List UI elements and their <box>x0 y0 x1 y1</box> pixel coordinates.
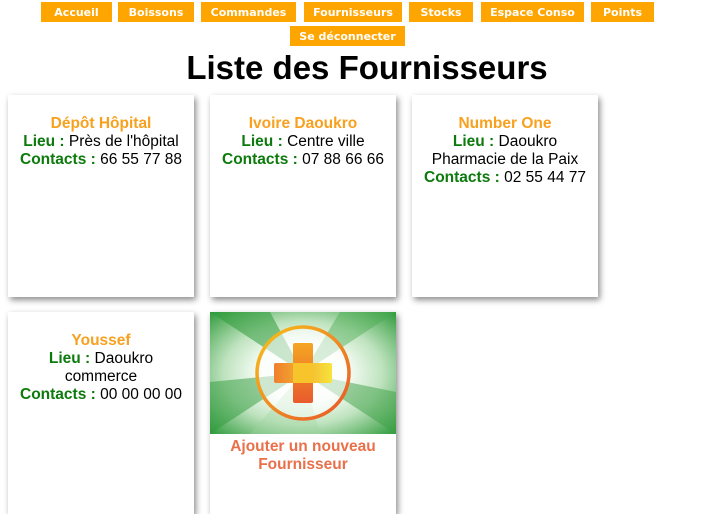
lieu-value: Près de l'hôpital <box>68 133 179 150</box>
contacts-label: Contacts : <box>20 386 96 403</box>
supplier-lieu: Lieu : Daoukro Pharmacie de la Paix <box>418 133 592 169</box>
supplier-contacts: Contacts : 66 55 77 88 <box>14 151 188 169</box>
lieu-value: Centre ville <box>287 133 365 150</box>
nav-espace-conso[interactable]: Espace Conso <box>481 2 584 22</box>
supplier-lieu: Lieu : Près de l'hôpital <box>14 133 188 151</box>
nav-points[interactable]: Points <box>591 2 654 22</box>
add-supplier-label[interactable]: Ajouter un nouveau Fournisseur <box>210 438 396 474</box>
supplier-contacts: Contacts : 02 55 44 77 <box>418 169 592 187</box>
contacts-label: Contacts : <box>20 151 96 168</box>
nav-stocks[interactable]: Stocks <box>409 2 473 22</box>
lieu-label: Lieu : <box>452 133 495 150</box>
supplier-lieu: Lieu : Centre ville <box>216 133 390 151</box>
supplier-card[interactable]: Ivoire Daoukro Lieu : Centre ville Conta… <box>210 95 396 297</box>
lieu-label: Lieu : <box>48 350 91 367</box>
lieu-label: Lieu : <box>241 133 283 150</box>
supplier-card[interactable]: Youssef Lieu : Daoukro commerce Contacts… <box>8 312 194 514</box>
add-supplier-image[interactable] <box>210 312 396 434</box>
contacts-value: 07 88 66 66 <box>302 151 384 168</box>
contacts-label: Contacts : <box>424 169 500 186</box>
nav-fournisseurs[interactable]: Fournisseurs <box>304 2 402 22</box>
contacts-label: Contacts : <box>222 151 298 168</box>
supplier-name: Number One <box>458 115 552 132</box>
supplier-contacts: Contacts : 00 00 00 00 <box>14 386 188 404</box>
nav-accueil[interactable]: Accueil <box>41 2 112 22</box>
page-title: Liste des Fournisseurs <box>186 49 548 86</box>
contacts-value: 00 00 00 00 <box>100 386 182 403</box>
nav-boissons[interactable]: Boissons <box>118 2 194 22</box>
supplier-card[interactable]: Dépôt Hôpital Lieu : Près de l'hôpital C… <box>8 95 194 297</box>
supplier-contacts: Contacts : 07 88 66 66 <box>216 151 390 169</box>
add-supplier-card[interactable]: Ajouter un nouveau Fournisseur <box>210 312 396 514</box>
nav-commandes[interactable]: Commandes <box>201 2 296 22</box>
supplier-name: Ivoire Daoukro <box>248 115 358 132</box>
supplier-name: Dépôt Hôpital <box>50 115 152 132</box>
supplier-lieu: Lieu : Daoukro commerce <box>14 350 188 386</box>
contacts-value: 66 55 77 88 <box>100 151 182 168</box>
supplier-name: Youssef <box>71 332 131 349</box>
plus-icon <box>210 312 396 434</box>
lieu-label: Lieu : <box>23 133 65 150</box>
nav-se-deconnecter[interactable]: Se déconnecter <box>290 26 405 46</box>
supplier-card[interactable]: Number One Lieu : Daoukro Pharmacie de l… <box>412 95 598 297</box>
contacts-value: 02 55 44 77 <box>504 169 586 186</box>
